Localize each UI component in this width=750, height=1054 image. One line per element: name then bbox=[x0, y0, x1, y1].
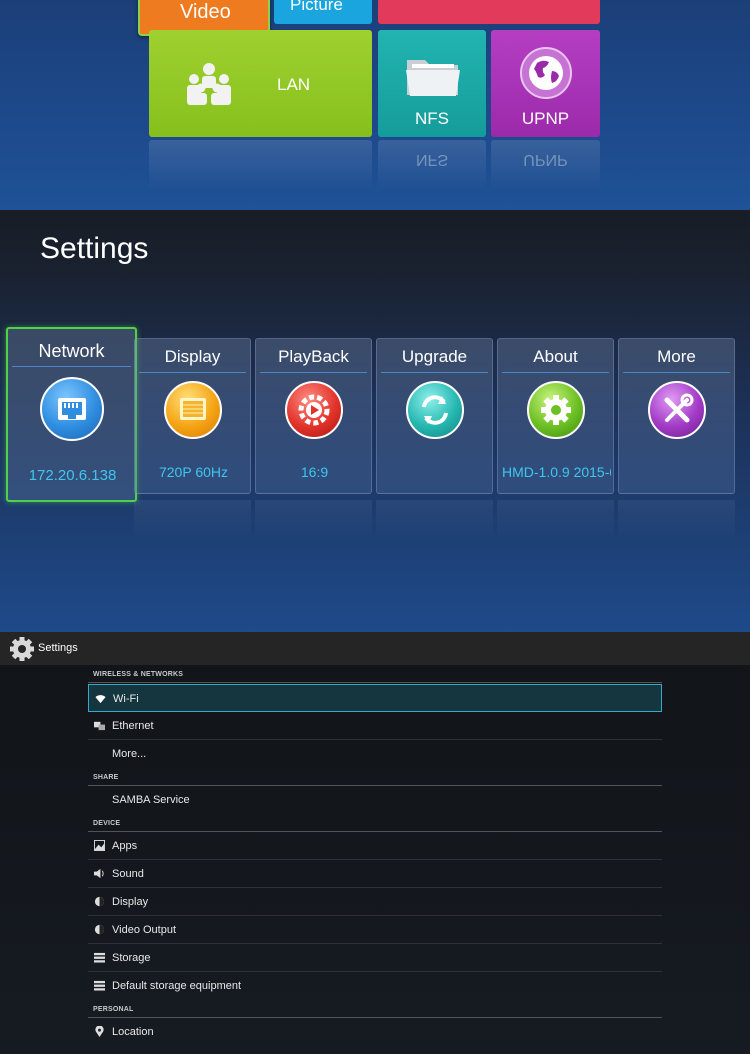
card-reflection bbox=[497, 500, 614, 540]
list-item-label: Video Output bbox=[112, 924, 177, 936]
speaker-icon bbox=[94, 868, 104, 879]
tools-icon bbox=[647, 381, 706, 439]
display-card-title: Display bbox=[164, 347, 221, 366]
list-item-label: Sound bbox=[112, 868, 144, 880]
section-header-personal: PERSONAL bbox=[88, 1000, 662, 1018]
section-header-device: DEVICE bbox=[88, 814, 662, 832]
upgrade-card[interactable]: Upgrade bbox=[376, 338, 493, 494]
list-item-ethernet[interactable]: Ethernet bbox=[88, 712, 662, 740]
wifi-icon bbox=[95, 695, 106, 704]
nfs-reflection-text: NFS bbox=[416, 151, 448, 168]
more-card-title: More bbox=[657, 347, 696, 366]
more-card[interactable]: More bbox=[618, 338, 735, 494]
about-card-title: About bbox=[533, 347, 578, 366]
picture-tile-label: Picture bbox=[290, 0, 343, 14]
list-item-location[interactable]: Location bbox=[88, 1018, 662, 1046]
list-item-label: More... bbox=[112, 748, 147, 760]
network-ip-value: 172.20.6.138 bbox=[28, 467, 117, 484]
network-card[interactable]: Network 172.20.6.138 bbox=[6, 327, 137, 502]
launcher-panel: Picture Video LAN NFS UPNP NFS UPNP bbox=[0, 0, 750, 210]
brightness-icon bbox=[94, 924, 105, 935]
card-divider bbox=[12, 366, 131, 367]
ethernet-icon bbox=[94, 721, 105, 731]
settings-gear-icon[interactable] bbox=[9, 636, 35, 662]
lan-tile[interactable]: LAN bbox=[149, 30, 372, 137]
lan-tile-label: LAN bbox=[277, 75, 311, 94]
about-card[interactable]: About HMD-1.0.9 2015-0 bbox=[497, 338, 614, 494]
settings-list: WIRELESS & NETWORKS Wi-Fi Ethernet More.… bbox=[88, 665, 662, 1046]
page-title: Settings bbox=[40, 232, 149, 265]
list-item-video-output[interactable]: Video Output bbox=[88, 916, 662, 944]
card-divider bbox=[502, 372, 609, 373]
card-reflection bbox=[618, 500, 735, 540]
card-divider bbox=[139, 372, 246, 373]
list-item-storage[interactable]: Storage bbox=[88, 944, 662, 972]
list-item-label: Apps bbox=[112, 840, 138, 852]
list-item-wifi[interactable]: Wi-Fi bbox=[88, 684, 662, 712]
android-settings-panel: Settings WIRELESS & NETWORKS Wi-Fi Ether… bbox=[0, 632, 750, 1054]
storage-icon bbox=[94, 980, 105, 991]
location-pin-icon bbox=[95, 1026, 104, 1037]
brightness-icon bbox=[94, 896, 105, 907]
list-item-label: Storage bbox=[112, 952, 151, 964]
network-card-title: Network bbox=[38, 341, 105, 361]
music-tile[interactable] bbox=[378, 0, 600, 24]
globe-icon bbox=[520, 47, 572, 99]
refresh-icon bbox=[405, 381, 464, 439]
playback-card[interactable]: PlayBack 16:9 bbox=[255, 338, 372, 494]
list-item-display[interactable]: Display bbox=[88, 888, 662, 916]
playback-ratio-value: 16:9 bbox=[300, 464, 329, 480]
list-item-default-storage[interactable]: Default storage equipment bbox=[88, 972, 662, 1000]
nfs-tile[interactable]: NFS bbox=[378, 30, 486, 137]
people-icon bbox=[187, 63, 231, 105]
about-version-value: HMD-1.0.9 2015-0 bbox=[502, 464, 611, 480]
display-icon bbox=[163, 381, 222, 439]
upnp-tile[interactable]: UPNP bbox=[491, 30, 600, 137]
ethernet-icon bbox=[39, 377, 104, 441]
list-item-label: Display bbox=[112, 896, 149, 908]
list-item-label: Location bbox=[112, 1026, 154, 1038]
section-header-wireless: WIRELESS & NETWORKS bbox=[88, 665, 662, 683]
upnp-reflection-text: UPNP bbox=[523, 151, 568, 168]
action-bar: Settings bbox=[0, 632, 750, 665]
list-item-label: Wi-Fi bbox=[113, 693, 139, 705]
nfs-tile-label: NFS bbox=[415, 109, 449, 128]
folder-icon bbox=[406, 60, 460, 96]
list-item-samba[interactable]: SAMBA Service bbox=[88, 786, 662, 814]
card-reflection bbox=[255, 500, 372, 540]
lan-tile-reflection bbox=[149, 140, 372, 190]
card-reflection bbox=[376, 500, 493, 540]
video-tile-label: Video bbox=[180, 1, 231, 23]
display-resolution-value: 720P 60Hz bbox=[158, 464, 228, 480]
card-reflection bbox=[134, 500, 251, 540]
card-divider bbox=[260, 372, 367, 373]
card-divider bbox=[623, 372, 730, 373]
settings-panel: Settings Network 172.20.6.138 Display 72… bbox=[0, 210, 750, 632]
gear-icon bbox=[526, 381, 585, 439]
upgrade-card-title: Upgrade bbox=[401, 347, 468, 366]
card-divider bbox=[381, 372, 488, 373]
list-item-apps[interactable]: Apps bbox=[88, 832, 662, 860]
playback-icon bbox=[284, 381, 343, 439]
playback-card-title: PlayBack bbox=[278, 347, 349, 366]
list-item-label: Ethernet bbox=[112, 720, 154, 732]
list-item-sound[interactable]: Sound bbox=[88, 860, 662, 888]
list-item-label: Default storage equipment bbox=[112, 980, 242, 992]
picture-tile[interactable]: Picture bbox=[274, 0, 372, 24]
list-item-more[interactable]: More... bbox=[88, 740, 662, 768]
apps-icon bbox=[94, 840, 105, 851]
upnp-tile-label: UPNP bbox=[521, 109, 570, 128]
display-card[interactable]: Display 720P 60Hz bbox=[134, 338, 251, 494]
action-bar-title: Settings bbox=[38, 642, 78, 654]
storage-icon bbox=[94, 952, 105, 963]
section-header-share: SHARE bbox=[88, 768, 662, 786]
list-item-label: SAMBA Service bbox=[112, 794, 190, 806]
